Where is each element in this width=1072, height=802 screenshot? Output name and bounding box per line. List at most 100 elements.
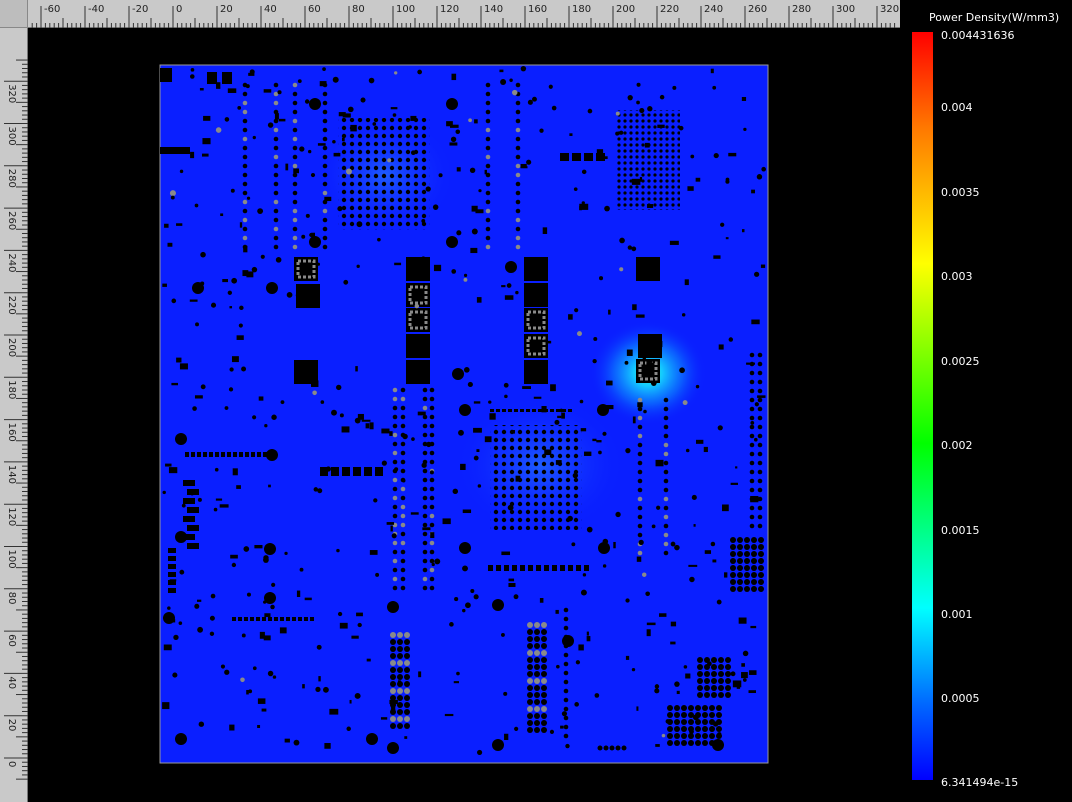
smd-part <box>499 69 504 73</box>
pad <box>709 705 715 711</box>
via <box>354 417 361 424</box>
smd-part <box>501 285 506 288</box>
via <box>586 526 593 533</box>
via <box>674 544 680 551</box>
via <box>421 462 427 468</box>
smd-part <box>718 344 724 350</box>
via <box>615 511 621 518</box>
via <box>305 213 310 218</box>
via <box>458 429 464 436</box>
via <box>749 406 755 412</box>
via <box>757 406 763 412</box>
pad <box>404 716 410 722</box>
smd-part <box>280 617 284 621</box>
smd-part <box>351 635 359 639</box>
viewport-canvas[interactable] <box>28 28 900 802</box>
smd-part <box>647 204 654 208</box>
via <box>631 667 636 672</box>
smd-part <box>339 622 348 629</box>
smd-part <box>695 439 704 444</box>
pad <box>704 685 710 691</box>
via <box>292 172 298 178</box>
smd-part <box>433 264 442 272</box>
pad <box>534 685 540 691</box>
via <box>189 74 195 79</box>
pad <box>702 733 708 739</box>
via <box>400 567 406 573</box>
via <box>587 108 593 114</box>
via <box>292 109 298 115</box>
via <box>663 532 669 538</box>
pad <box>541 713 547 719</box>
via <box>663 415 669 421</box>
smd-part <box>533 396 542 399</box>
via <box>392 567 398 573</box>
smd-part <box>232 468 238 476</box>
component <box>168 548 176 553</box>
via <box>539 128 544 133</box>
via <box>757 478 763 484</box>
ic-core <box>533 317 539 323</box>
pad <box>541 643 547 649</box>
pad <box>390 716 396 722</box>
smd-part <box>268 617 272 621</box>
via <box>297 79 302 84</box>
ruler-left-label: 20 <box>6 719 17 732</box>
via <box>292 91 298 97</box>
via <box>749 352 755 358</box>
via <box>581 169 587 175</box>
via <box>162 490 166 495</box>
smd-part <box>646 360 653 363</box>
smd-part <box>592 438 597 442</box>
pad <box>527 671 533 677</box>
smd-part <box>365 423 370 429</box>
smd-part <box>353 467 361 476</box>
via <box>251 266 258 273</box>
pad <box>751 586 757 592</box>
via <box>422 432 428 438</box>
via <box>400 558 406 564</box>
pad <box>534 713 540 719</box>
smd-part <box>580 428 587 432</box>
ruler-top-label: 300 <box>836 4 855 15</box>
via <box>592 358 597 364</box>
smd-part <box>176 223 183 226</box>
via <box>292 145 298 151</box>
smd-part <box>642 354 646 362</box>
smd-part <box>746 362 755 365</box>
smd-part <box>263 452 267 457</box>
via <box>422 396 428 402</box>
via <box>567 515 573 522</box>
via <box>563 724 569 730</box>
smd-part <box>496 565 501 571</box>
via <box>299 146 305 152</box>
pad <box>688 705 694 711</box>
ruler-left-label: 60 <box>6 634 17 647</box>
smd-part <box>375 467 383 476</box>
pad <box>527 643 533 649</box>
smd-part <box>456 167 461 172</box>
smd-part <box>254 544 263 549</box>
pad <box>390 632 396 638</box>
via <box>242 181 248 187</box>
via <box>242 199 248 205</box>
via <box>322 127 328 133</box>
pad <box>704 692 710 698</box>
pad <box>397 667 403 673</box>
pad <box>758 579 764 585</box>
smd-part <box>704 550 712 554</box>
legend-label: 0.0005 <box>941 692 980 705</box>
smd-part <box>637 402 643 408</box>
via <box>749 487 755 493</box>
pad <box>527 650 533 656</box>
via <box>220 664 226 669</box>
smd-part <box>430 532 435 539</box>
smd-part <box>552 565 557 571</box>
via <box>373 498 378 503</box>
board-plot[interactable] <box>28 28 900 802</box>
via <box>337 611 343 617</box>
via <box>637 415 643 421</box>
smd-part <box>194 395 203 399</box>
pad <box>397 639 403 645</box>
ruler-left-label: 280 <box>6 169 17 188</box>
